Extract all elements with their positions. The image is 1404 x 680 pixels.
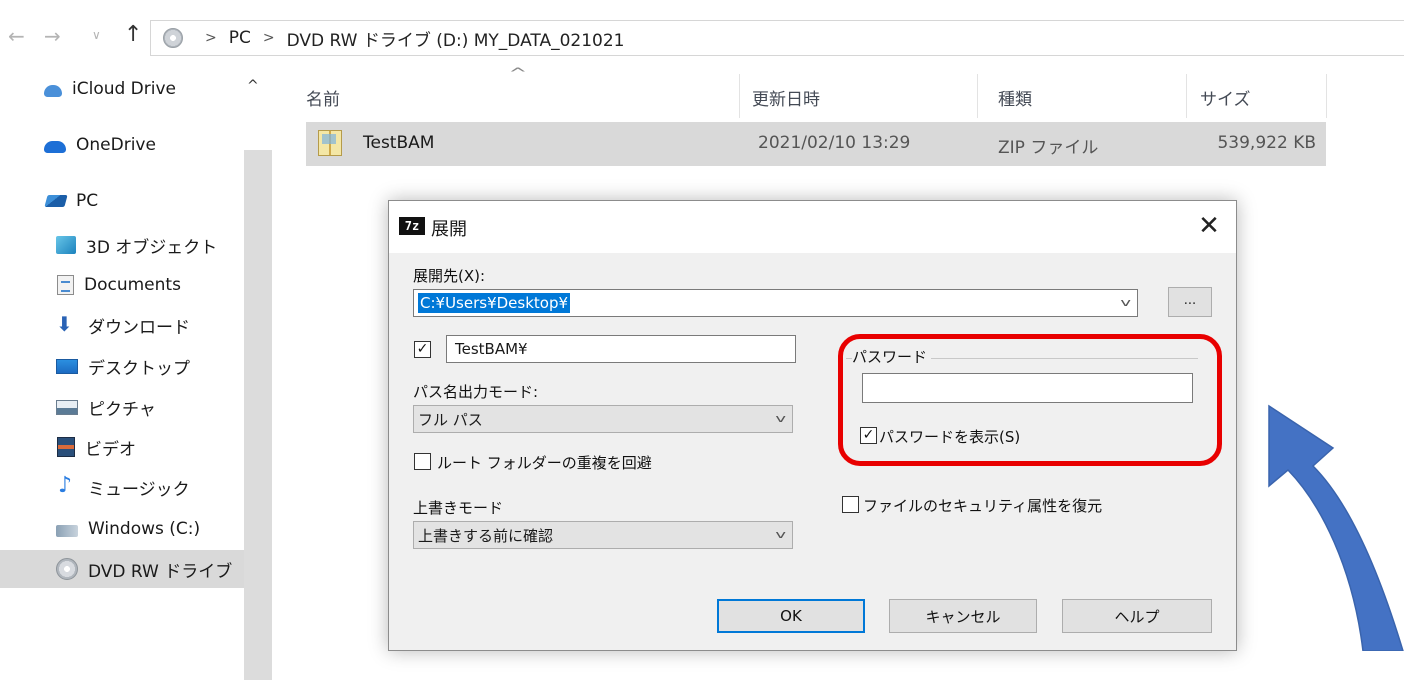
sidebar-item-label: ミュージック <box>88 479 190 500</box>
sidebar-item-label: DVD RW ドライブ <box>88 561 233 582</box>
extract-dialog: 7z 展開 ✕ 展開先(X): C:¥Users¥Desktop¥ v ... … <box>388 200 1237 651</box>
column-header-modified[interactable]: 更新日時 <box>752 85 820 110</box>
sidebar-item-pc[interactable]: PC <box>0 182 244 220</box>
breadcrumb-item-dvd-drive[interactable]: DVD RW ドライブ (D:) MY_DATA_021021 <box>287 26 625 51</box>
collapse-caret-icon[interactable]: ^ <box>247 78 259 94</box>
up-arrow-icon[interactable]: ↑ <box>124 22 142 47</box>
file-row[interactable]: TestBAM 2021/02/10 13:29 ZIP ファイル 539,92… <box>306 122 1326 166</box>
sidebar-item-label: ビデオ <box>85 439 136 460</box>
sidebar-item-videos[interactable]: ビデオ <box>0 428 244 466</box>
sidebar-item-label: デスクトップ <box>88 358 190 379</box>
overwrite-mode-dropdown[interactable]: 上書きする前に確認 v <box>413 521 793 549</box>
extract-to-value: C:¥Users¥Desktop¥ <box>418 293 571 313</box>
pc-icon <box>44 195 68 207</box>
desktop-icon <box>56 358 78 374</box>
sidebar-item-label: iCloud Drive <box>72 79 177 99</box>
path-mode-label: パス名出力モード: <box>413 383 539 401</box>
close-button[interactable]: ✕ <box>1189 209 1229 245</box>
sidebar-item-pictures[interactable]: ピクチャ <box>0 388 244 426</box>
downloads-icon <box>56 312 78 336</box>
sidebar-item-music[interactable]: ミュージック <box>0 468 244 506</box>
sidebar-item-documents[interactable]: Documents <box>0 266 244 304</box>
password-group-label: パスワード <box>852 346 932 367</box>
path-mode-value: フル パス <box>418 410 483 429</box>
dvd-drive-icon <box>56 558 78 580</box>
3d-objects-icon <box>56 236 76 254</box>
sidebar-item-label: OneDrive <box>76 135 156 155</box>
breadcrumb[interactable]: > PC > DVD RW ドライブ (D:) MY_DATA_021021 <box>150 20 1404 56</box>
column-divider[interactable] <box>1186 74 1187 118</box>
restore-security-checkbox[interactable] <box>842 496 859 513</box>
extract-to-label: 展開先(X): <box>413 267 486 285</box>
sidebar-item-dvd-rw-drive[interactable]: DVD RW ドライブ <box>0 550 244 588</box>
dialog-title: 展開 <box>431 219 467 240</box>
sidebar-item-label: 3D オブジェクト <box>86 237 218 258</box>
subfolder-name-value: TestBAM¥ <box>455 340 528 358</box>
file-modified: 2021/02/10 13:29 <box>758 133 911 153</box>
sidebar-item-onedrive[interactable]: OneDrive <box>0 126 244 164</box>
ok-button[interactable]: OK <box>717 599 865 633</box>
sidebar-item-downloads[interactable]: ダウンロード <box>0 306 244 344</box>
column-header-type[interactable]: 種類 <box>998 85 1032 110</box>
videos-icon <box>57 437 75 457</box>
file-type: ZIP ファイル <box>998 138 1099 158</box>
chevron-down-icon[interactable]: v <box>775 412 786 425</box>
column-header-name[interactable]: 名前 <box>306 85 340 110</box>
sidebar-item-3d-objects[interactable]: 3D オブジェクト <box>0 226 244 264</box>
sidebar-item-label: ピクチャ <box>88 399 156 420</box>
restore-security-label[interactable]: ファイルのセキュリティ属性を復元 <box>863 495 1102 516</box>
chevron-down-icon[interactable]: v <box>1120 296 1131 309</box>
chevron-down-icon[interactable]: v <box>775 528 786 541</box>
7zip-app-icon: 7z <box>399 217 425 235</box>
sidebar-item-label: ダウンロード <box>88 317 190 338</box>
file-name: TestBAM <box>363 133 435 153</box>
eliminate-duplication-label[interactable]: ルート フォルダーの重複を回避 <box>437 452 652 473</box>
pictures-icon <box>56 399 78 415</box>
browse-button[interactable]: ... <box>1168 287 1212 317</box>
help-button[interactable]: ヘルプ <box>1062 599 1212 633</box>
zip-file-icon <box>318 130 342 156</box>
subfolder-checkbox[interactable]: ✓ <box>414 341 431 358</box>
dialog-titlebar[interactable]: 7z 展開 ✕ <box>389 201 1236 253</box>
curved-pointer-arrow-icon <box>1268 404 1404 651</box>
forward-arrow-icon[interactable]: → <box>44 24 61 48</box>
sort-ascending-icon: ^ <box>508 66 528 82</box>
overwrite-mode-value: 上書きする前に確認 <box>418 526 554 545</box>
password-input[interactable] <box>862 373 1193 403</box>
sidebar-item-desktop[interactable]: デスクトップ <box>0 347 244 385</box>
windows-drive-icon <box>56 525 78 537</box>
eliminate-duplication-checkbox[interactable] <box>414 453 431 470</box>
recent-locations-chevron-icon[interactable]: ∨ <box>92 28 101 42</box>
extract-to-combobox[interactable]: C:¥Users¥Desktop¥ v <box>413 289 1138 317</box>
overwrite-mode-label: 上書きモード <box>413 499 504 517</box>
column-divider[interactable] <box>739 74 740 118</box>
sidebar-item-label: Windows (C:) <box>88 519 201 539</box>
cancel-button[interactable]: キャンセル <box>889 599 1037 633</box>
icloud-icon <box>44 85 62 97</box>
sidebar-item-windows-c[interactable]: Windows (C:) <box>0 510 244 548</box>
sidebar-item-label: Documents <box>84 275 181 295</box>
breadcrumb-item-pc[interactable]: PC <box>229 28 251 48</box>
sidebar-item-label: PC <box>76 191 99 211</box>
path-mode-dropdown[interactable]: フル パス v <box>413 405 793 433</box>
show-password-label[interactable]: パスワードを表示(S) <box>879 426 1020 447</box>
navigation-pane: ^ iCloud Drive OneDrive PC 3D オブジェクト Doc… <box>0 70 272 680</box>
documents-icon <box>57 275 74 295</box>
back-arrow-icon[interactable]: ← <box>8 24 25 48</box>
show-password-checkbox[interactable]: ✓ <box>860 427 877 444</box>
column-divider[interactable] <box>977 74 978 118</box>
file-size: 539,922 KB <box>1217 133 1316 153</box>
sidebar-item-icloud-drive[interactable]: iCloud Drive <box>0 70 244 108</box>
breadcrumb-separator-icon: > <box>262 30 275 46</box>
music-icon <box>56 473 78 498</box>
onedrive-icon <box>44 141 66 153</box>
column-header-size[interactable]: サイズ <box>1200 85 1251 110</box>
dvd-drive-icon <box>163 28 183 48</box>
navigation-pane-scrollbar[interactable] <box>244 150 272 680</box>
subfolder-name-field[interactable]: TestBAM¥ <box>446 335 796 363</box>
address-bar-area: ← → ∨ ↑ > PC > DVD RW ドライブ (D:) MY_DATA_… <box>0 0 1404 78</box>
column-divider[interactable] <box>1326 74 1327 118</box>
breadcrumb-separator-icon: > <box>205 30 217 46</box>
